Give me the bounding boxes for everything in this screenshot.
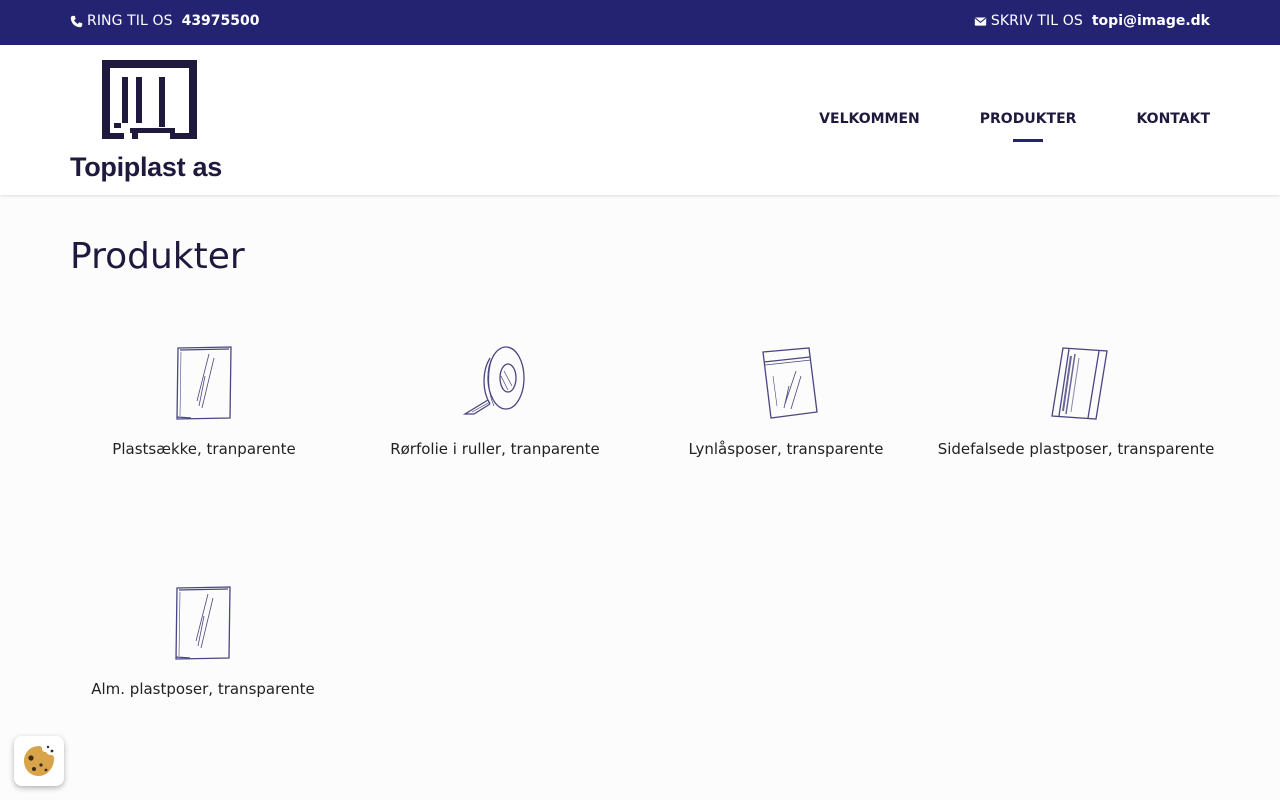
product-card[interactable]: Plastsække, tranparente [59,346,349,458]
brand-name: Topiplast as [70,152,222,182]
page-title: Produkter [70,236,245,277]
nav-item-velkommen[interactable]: VELKOMMEN [819,111,920,127]
site-header: Topiplast as VELKOMMEN PRODUKTER KONTAKT [0,45,1280,195]
nav-item-kontakt[interactable]: KONTAKT [1136,111,1210,127]
gusset-bag-icon [1051,347,1108,420]
phone-icon [70,15,83,27]
top-contact-bar: RING TIL OS 43975500 SKRIV TIL OS topi@i… [0,0,1280,45]
logo-mark-icon [102,60,197,139]
plastic-bag-icon [175,586,231,660]
product-name: Rørfolie i ruller, tranparente [390,440,600,458]
product-card[interactable]: Rørfolie i ruller, tranparente [350,346,640,458]
product-name: Sidefalsede plastposer, transparente [937,440,1215,458]
product-name: Lynlåsposer, transparente [688,440,884,458]
main-nav: VELKOMMEN PRODUKTER KONTAKT [819,111,1210,127]
product-name: Alm. plastposer, transparente [91,680,315,698]
film-roll-icon [462,346,525,415]
product-card[interactable]: Lynlåsposer, transparente [641,346,931,458]
email-label: SKRIV TIL OS [990,13,1083,29]
cookie-icon [24,745,54,776]
zip-bag-icon [762,347,818,419]
nav-item-produkter[interactable]: PRODUKTER [980,111,1077,127]
product-card[interactable]: Sidefalsede plastposer, transparente [931,346,1221,458]
envelope-icon [974,16,987,26]
phone-contact: RING TIL OS 43975500 [70,13,260,29]
product-card[interactable]: Alm. plastposer, transparente [58,586,348,698]
cookie-settings-button[interactable] [14,736,64,786]
phone-link[interactable]: 43975500 [182,13,260,29]
product-name: Plastsække, tranparente [112,440,296,458]
site-logo[interactable]: Topiplast as [70,59,230,183]
plastic-bag-icon [176,346,232,420]
phone-label: RING TIL OS [87,13,173,29]
email-contact: SKRIV TIL OS topi@image.dk [974,13,1210,29]
email-link[interactable]: topi@image.dk [1092,13,1210,29]
